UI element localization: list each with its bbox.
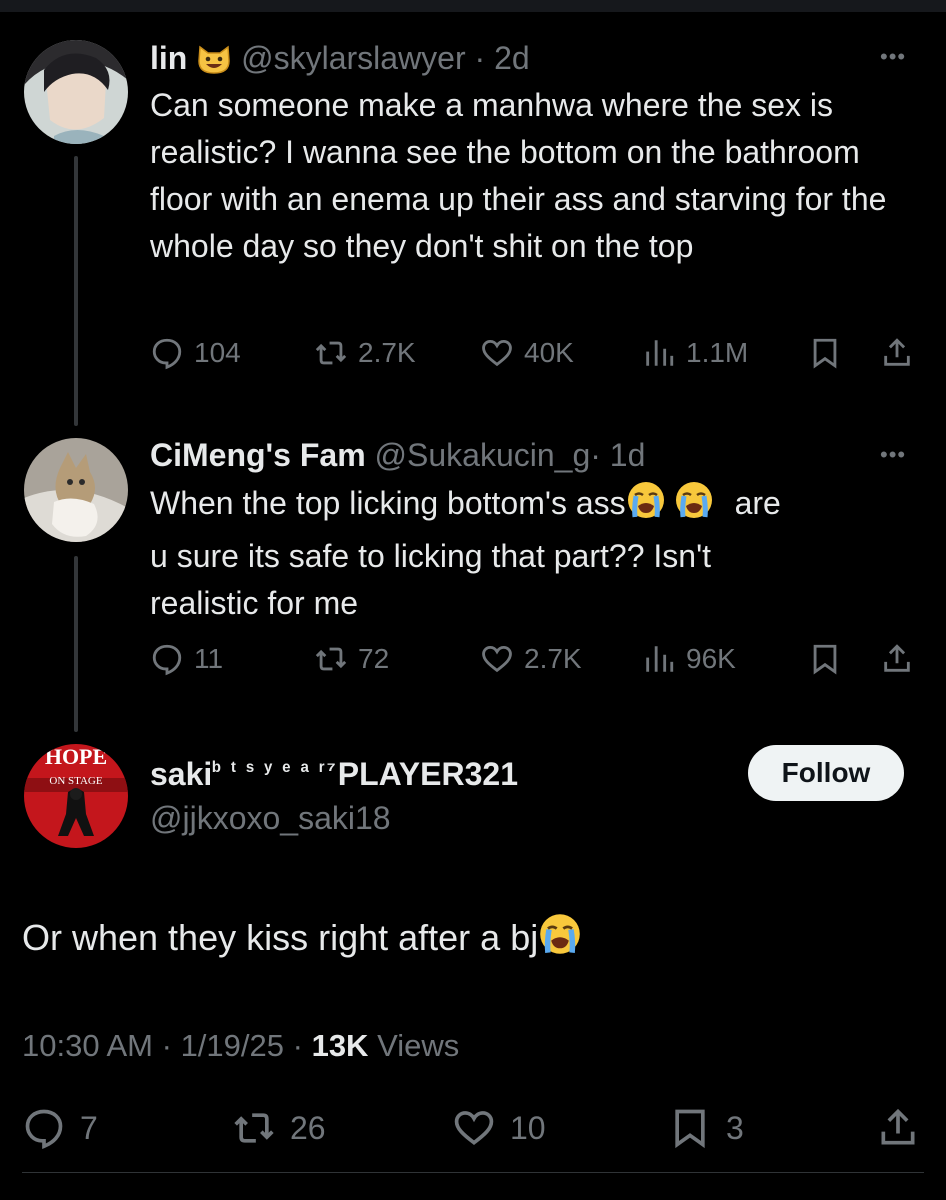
- main-author-name[interactable]: sakiᵇ ᵗ ˢ ʸ ᵉ ᵃ ʳ⁷PLAYER321: [150, 756, 518, 793]
- main-share-button[interactable]: [876, 1106, 934, 1150]
- reply-icon: [152, 644, 182, 676]
- avatar-saki[interactable]: HOPE ON STAGE: [24, 744, 128, 848]
- main-handle[interactable]: @jjkxoxo_saki18: [150, 800, 391, 837]
- crying-face-emoji: [626, 480, 666, 533]
- tweet1-time[interactable]: · 2d: [475, 40, 530, 76]
- tweet2-text: When the top licking bottom's ass are u …: [150, 480, 930, 627]
- tweet1-like-button[interactable]: 40K: [480, 336, 574, 370]
- tweet2-header: CiMeng's Fam @Sukakucin_g· 1d: [150, 437, 645, 474]
- tweet2-reply-button[interactable]: 11: [150, 642, 223, 676]
- main-repost-button[interactable]: 26: [232, 1106, 326, 1150]
- bookmark-icon: [813, 644, 837, 675]
- bottom-divider: [22, 1172, 924, 1173]
- main-name-superscript: ᵇ ᵗ ˢ ʸ ᵉ ᵃ ʳ⁷: [212, 757, 338, 782]
- main-views-count: 13K: [311, 1028, 369, 1063]
- main-date[interactable]: 1/19/25: [181, 1028, 284, 1063]
- main-time[interactable]: 10:30 AM: [22, 1028, 153, 1063]
- bookmark-icon: [813, 338, 837, 369]
- tweet2-time[interactable]: · 1d: [590, 437, 645, 473]
- tweet2-like-count: 2.7K: [524, 643, 582, 674]
- repost-icon: [315, 647, 347, 671]
- tweet2-more-icon[interactable]: •••: [880, 442, 906, 468]
- smiling-cat-emoji: [196, 41, 232, 83]
- tweet2-bookmark-button[interactable]: [808, 642, 852, 676]
- main-meta: 10:30 AM · 1/19/25 · 13K Views: [22, 1028, 459, 1064]
- repost-icon: [234, 1113, 274, 1143]
- tweet1-repost-button[interactable]: 2.7K: [314, 336, 416, 370]
- main-name-suffix: PLAYER321: [337, 756, 518, 792]
- tweet2-like-button[interactable]: 2.7K: [480, 642, 582, 676]
- heart-icon: [482, 645, 512, 673]
- tweet2-handle[interactable]: @Sukakucin_g: [375, 437, 591, 473]
- avatar-cimeng[interactable]: [24, 438, 128, 542]
- avatar-text-hope: HOPE: [45, 744, 107, 769]
- tweet1-more-icon[interactable]: •••: [880, 44, 906, 70]
- crying-face-emoji: [538, 912, 582, 969]
- share-icon: [881, 1108, 915, 1145]
- tweet1-view-count: 1.1M: [686, 337, 749, 368]
- meta-separator: ·: [292, 1028, 303, 1063]
- heart-icon: [454, 1111, 494, 1145]
- views-icon: [646, 646, 674, 672]
- reply-icon: [25, 1109, 63, 1150]
- tweet1-header: lin @skylarslawyer · 2d: [150, 40, 530, 83]
- tweet2-share-button[interactable]: [880, 642, 924, 676]
- tweet1-bookmark-button[interactable]: [808, 336, 852, 370]
- follow-button[interactable]: Follow: [748, 745, 904, 801]
- reply-icon: [152, 338, 182, 370]
- tweet2-view-count: 96K: [686, 643, 736, 674]
- main-repost-count: 26: [290, 1109, 326, 1146]
- tweet2-text-line3: realistic for me: [150, 585, 359, 621]
- main-reply-count: 7: [80, 1109, 98, 1146]
- main-bookmark-count: 3: [726, 1109, 744, 1146]
- tweet2-repost-count: 72: [358, 643, 390, 674]
- tweet2-views-button[interactable]: 96K: [642, 642, 736, 676]
- share-icon: [884, 338, 910, 366]
- tweet2-text-line1: When the top licking bottom's ass are: [150, 480, 930, 533]
- repost-icon: [315, 341, 347, 365]
- tweet2-repost-button[interactable]: 72: [314, 642, 389, 676]
- tweet1-repost-count: 2.7K: [358, 337, 416, 368]
- tweet1-share-button[interactable]: [880, 336, 924, 370]
- tweet2-text-part2: are: [734, 485, 781, 521]
- crying-face-emoji: [674, 480, 714, 533]
- main-name-prefix: saki: [150, 756, 213, 792]
- main-bookmark-button[interactable]: 3: [668, 1106, 744, 1150]
- tweet2-text-part1: When the top licking bottom's ass: [150, 485, 626, 521]
- tweet1-handle[interactable]: @skylarslawyer: [241, 40, 466, 76]
- avatar-lin[interactable]: [24, 40, 128, 144]
- main-text: Or when they kiss right after a bj: [22, 912, 922, 969]
- tweet2-text-line2: u sure its safe to licking that part?? I…: [150, 538, 712, 574]
- main-like-count: 10: [510, 1109, 546, 1146]
- tweet1-reply-button[interactable]: 104: [150, 336, 241, 370]
- tweet1-text: Can someone make a manhwa where the sex …: [150, 87, 887, 264]
- avatar-text-onstage: ON STAGE: [49, 775, 102, 787]
- tweet2-reply-count: 11: [194, 643, 224, 674]
- tweet1-author-name[interactable]: lin: [150, 40, 187, 76]
- main-reply-button[interactable]: 7: [22, 1106, 98, 1150]
- thread-line-1: [74, 156, 78, 426]
- thread-line-2: [74, 556, 78, 732]
- tweet1-views-button[interactable]: 1.1M: [642, 336, 748, 370]
- tweet1-reply-count: 104: [194, 337, 241, 368]
- bookmark-icon: [675, 1109, 705, 1149]
- top-edge-bar: [0, 0, 946, 12]
- main-views-label: Views: [377, 1028, 460, 1063]
- share-icon: [884, 644, 910, 672]
- views-icon: [646, 340, 674, 366]
- meta-separator: ·: [161, 1028, 172, 1063]
- main-text-content: Or when they kiss right after a bj: [22, 917, 539, 958]
- main-like-button[interactable]: 10: [452, 1106, 546, 1150]
- tweet1-like-count: 40K: [524, 337, 574, 368]
- tweet2-author-name[interactable]: CiMeng's Fam: [150, 437, 366, 473]
- heart-icon: [482, 339, 512, 367]
